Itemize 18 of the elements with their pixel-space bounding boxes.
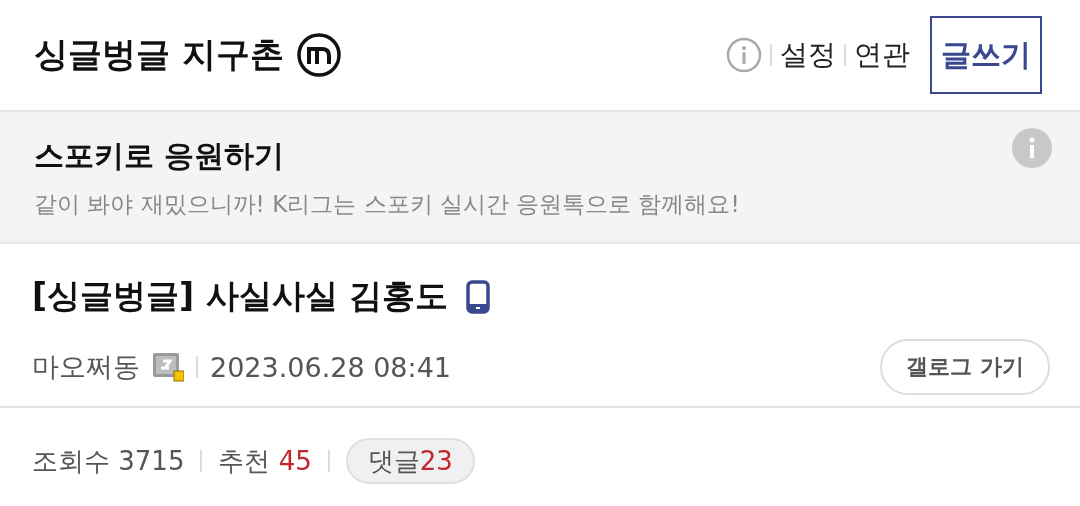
- member-badge-icon: [152, 352, 184, 382]
- info-icon[interactable]: [726, 37, 762, 73]
- minor-gallery-icon: [295, 32, 342, 78]
- mobile-icon: [466, 279, 491, 314]
- header-link[interactable]: 연관: [854, 36, 910, 74]
- write-button[interactable]: 글쓰기: [930, 16, 1042, 94]
- gallery-title: 싱글벙글 지구촌: [34, 33, 284, 76]
- info-icon[interactable]: [1012, 128, 1052, 168]
- post-date: 2023.06.28 08:41: [210, 351, 451, 383]
- comments-button[interactable]: 댓글23: [345, 438, 475, 484]
- gallog-button[interactable]: 갤로그 가기: [880, 339, 1050, 395]
- stat-text: 추천 45: [218, 444, 312, 478]
- author-name[interactable]: 마오쩌동: [32, 349, 140, 385]
- banner-title[interactable]: 스포키로 응원하기: [34, 136, 285, 177]
- banner-description: 같이 봐야 재밌으니까! K리그는 스포키 실시간 응원톡으로 함께해요!: [34, 190, 740, 219]
- post-title: [싱글벙글] 사실사실 김홍도: [32, 275, 449, 317]
- header-link[interactable]: 설정: [780, 36, 836, 74]
- stat-text: 조회수 3715: [32, 444, 185, 478]
